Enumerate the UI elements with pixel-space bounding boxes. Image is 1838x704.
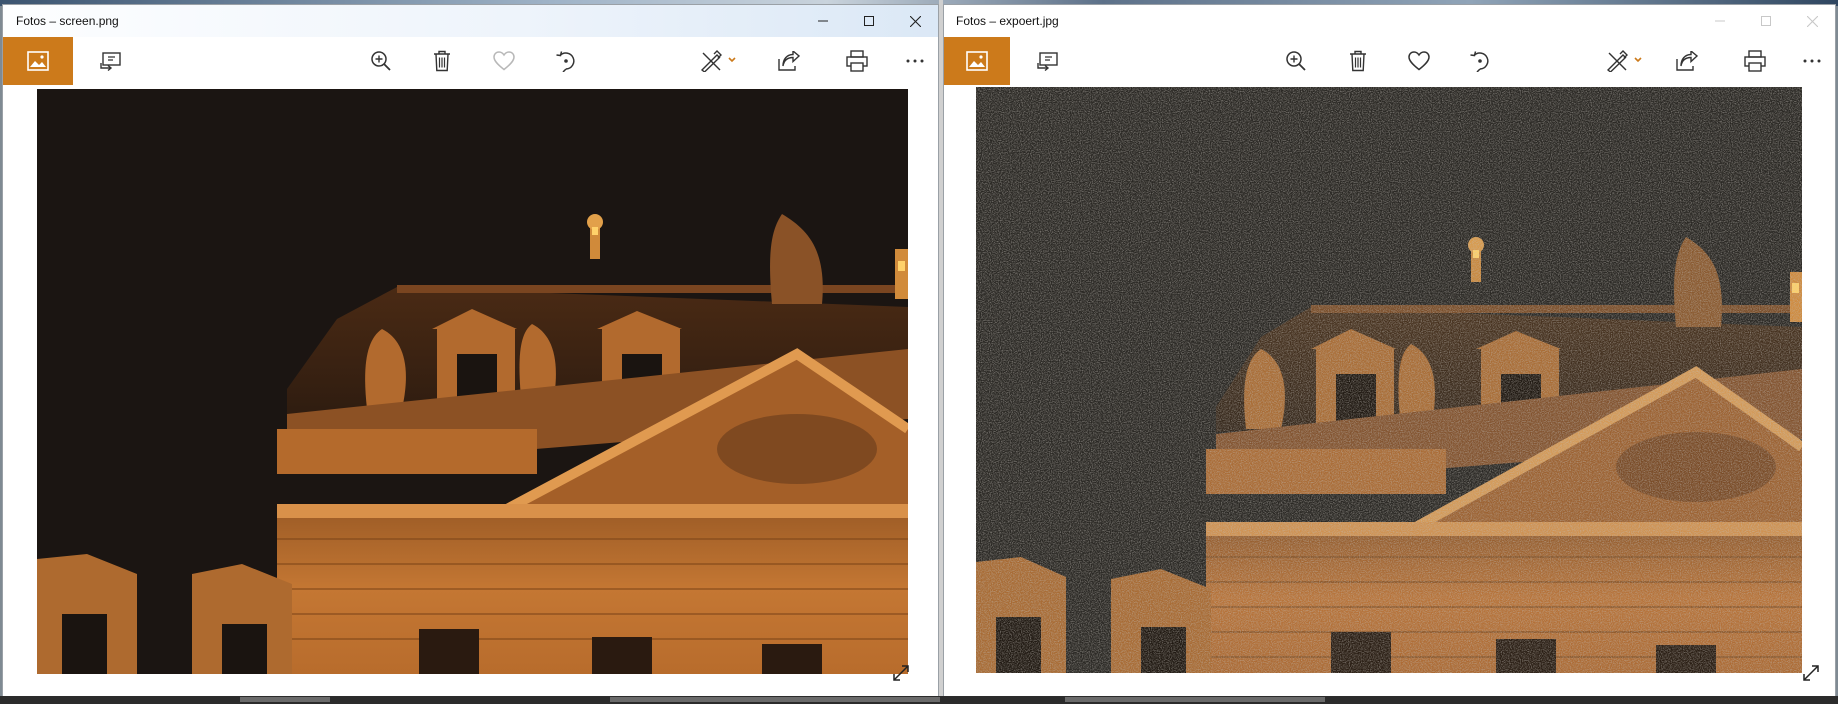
delete-icon: [434, 50, 450, 72]
slideshow-button[interactable]: [87, 37, 135, 85]
minimize-icon: [1715, 20, 1725, 22]
photo-viewer[interactable]: [3, 85, 938, 701]
photo-image[interactable]: [37, 89, 908, 674]
print-icon: [846, 50, 868, 72]
rotate-icon: [1470, 51, 1489, 72]
close-button[interactable]: [892, 5, 938, 37]
share-icon: [778, 51, 800, 71]
zoom-in-icon: [371, 51, 391, 71]
rotate-button[interactable]: [1456, 37, 1504, 85]
more-button[interactable]: [1789, 37, 1835, 85]
photo-view-button[interactable]: [3, 37, 73, 85]
edit-create-icon: [700, 50, 736, 72]
photo-viewer[interactable]: [944, 85, 1835, 701]
share-button[interactable]: [1663, 37, 1711, 85]
minimize-icon: [818, 20, 828, 22]
print-button[interactable]: [1731, 37, 1779, 85]
minimize-button[interactable]: [1697, 5, 1743, 37]
photo-toolbar: [944, 37, 1835, 85]
print-button[interactable]: [833, 37, 881, 85]
favorite-icon: [493, 51, 515, 71]
photo-view-icon: [966, 51, 988, 71]
maximize-icon: [864, 16, 874, 26]
delete-button[interactable]: [418, 37, 466, 85]
photo-view-button[interactable]: [944, 37, 1010, 85]
more-icon: [906, 59, 924, 63]
expand-icon: [1803, 665, 1819, 681]
close-button[interactable]: [1789, 5, 1835, 37]
print-icon: [1744, 50, 1766, 72]
taskbar-edge: [0, 696, 1838, 704]
building-photo: [37, 89, 908, 674]
minimize-button[interactable]: [800, 5, 846, 37]
photo-view-icon: [27, 51, 49, 71]
share-button[interactable]: [765, 37, 813, 85]
zoom-in-button[interactable]: [357, 37, 405, 85]
maximize-icon: [1761, 16, 1771, 26]
photo-image[interactable]: [976, 87, 1802, 673]
title-bar[interactable]: Fotos – expoert.jpg: [944, 5, 1835, 38]
favorite-button[interactable]: [480, 37, 528, 85]
more-icon: [1803, 59, 1821, 63]
title-bar[interactable]: Fotos – screen.png: [3, 5, 938, 37]
photos-window-left: Fotos – screen.png: [2, 4, 939, 702]
zoom-in-button[interactable]: [1272, 37, 1320, 85]
rotate-icon: [556, 51, 575, 72]
slideshow-icon: [1037, 52, 1058, 71]
slideshow-icon: [100, 52, 121, 71]
favorite-icon: [1408, 51, 1430, 71]
expand-fullscreen-button[interactable]: [887, 659, 915, 687]
expand-icon: [893, 665, 909, 681]
photo-toolbar: [3, 37, 938, 85]
edit-create-button[interactable]: [1596, 37, 1656, 85]
zoom-in-icon: [1286, 51, 1306, 71]
delete-icon: [1350, 50, 1366, 72]
building-photo: [976, 87, 1802, 673]
rotate-button[interactable]: [542, 37, 590, 85]
photos-window-right: Fotos – expoert.jpg: [943, 4, 1836, 702]
delete-button[interactable]: [1334, 37, 1382, 85]
close-icon: [1806, 15, 1818, 27]
edit-create-icon: [1606, 50, 1642, 72]
close-icon: [909, 15, 921, 27]
expand-fullscreen-button[interactable]: [1797, 659, 1825, 687]
window-title: Fotos – screen.png: [16, 14, 119, 28]
maximize-button[interactable]: [846, 5, 892, 37]
share-icon: [1676, 51, 1698, 71]
window-title: Fotos – expoert.jpg: [956, 14, 1059, 28]
maximize-button[interactable]: [1743, 5, 1789, 37]
more-button[interactable]: [892, 37, 938, 85]
favorite-button[interactable]: [1395, 37, 1443, 85]
edit-create-button[interactable]: [690, 37, 750, 85]
slideshow-button[interactable]: [1024, 37, 1072, 85]
